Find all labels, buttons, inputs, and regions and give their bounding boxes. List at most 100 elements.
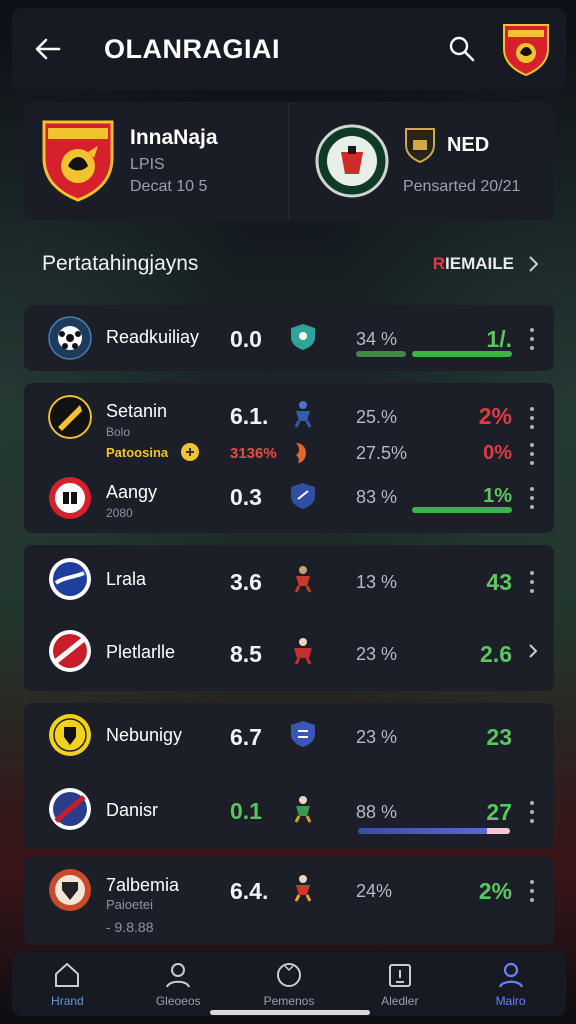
match-row[interactable]: Nebunigy 6.7 23 % 23 [24, 707, 554, 767]
team-percentage: 83 % [356, 487, 398, 507]
team-percentage: 13 % [356, 572, 398, 592]
club-logo-icon [49, 558, 91, 600]
match-group: Readkuiliay 0.0 34 % 1/. [24, 305, 554, 371]
value-bar [412, 507, 512, 513]
value-bar [412, 351, 512, 357]
team-sub: 2080 [106, 506, 133, 520]
value-bar [358, 828, 510, 834]
team-percentage: 23 % [356, 727, 398, 747]
team-value: 1% [483, 485, 512, 507]
team-sub-date: - 9.8.88 [106, 919, 154, 935]
nav-profile-label: Mairo [495, 994, 526, 1008]
chevron-right-icon [529, 644, 538, 658]
match-row[interactable]: Patoosina 3136% 27.5% 0% [24, 437, 554, 469]
search-button[interactable] [444, 31, 480, 67]
match-row[interactable]: Lrala 3.6 13 % 43 [24, 551, 554, 611]
section-title: Pertatahingjayns [42, 252, 199, 275]
app-screen: OLANRAGIAI InnaNaja LPIS Decat 10 5 NED … [0, 0, 576, 1024]
team-value: 1/. [486, 326, 512, 352]
ball-icon [276, 963, 301, 987]
nav-matches[interactable]: Pemenos [239, 960, 339, 1008]
user-icon [166, 963, 191, 988]
match-group: Setanin Bolo 6.1. 25.% 2% Patoosina 3136… [24, 383, 554, 533]
match-group: Lrala 3.6 13 % 43 Pletlarlle 8.5 23 % 2.… [24, 545, 554, 691]
chevron-right-icon [529, 256, 539, 272]
team-score: 6.1. [230, 403, 269, 429]
see-all-link[interactable]: RIEMAILE [433, 254, 540, 274]
club-crest-icon[interactable] [500, 21, 552, 77]
team-score: 6.7 [230, 724, 262, 750]
team-name: Readkuiliay [106, 327, 200, 347]
team-percentage: 25.% [356, 407, 398, 427]
team-percentage: 34 % [356, 329, 398, 349]
match-group: Nebunigy 6.7 23 % 23 Danisr 0.1 88 % 27 [24, 703, 554, 849]
team-score: 6.4. [230, 878, 269, 904]
shield-icon [291, 324, 315, 350]
home-team-date: Decat 10 5 [130, 178, 208, 195]
more-options-button[interactable] [528, 880, 536, 902]
arrow-left-icon [35, 38, 61, 60]
featured-match-card[interactable]: InnaNaja LPIS Decat 10 5 NED Pensarted 2… [24, 102, 554, 220]
more-options-button[interactable] [528, 487, 536, 509]
see-all-link-accent: R [432, 254, 446, 273]
team-value: 2.6 [480, 641, 512, 667]
club-badge-icon [181, 443, 199, 461]
nav-players-label: Gleoeos [155, 994, 201, 1008]
team-percentage: 88 % [356, 802, 398, 822]
calendar-icon [388, 964, 411, 987]
club-logo-icon [49, 788, 91, 830]
nav-home[interactable]: Hrand [17, 960, 117, 1008]
shield-badge-icon [404, 128, 435, 164]
more-options-button[interactable] [528, 407, 536, 429]
bottom-navigation: Hrand Gleoeos Pemenos Aledler Mairo [12, 952, 566, 1016]
player-icon [294, 638, 312, 665]
team-score: 3.6 [230, 569, 262, 595]
club-logo-icon [49, 630, 91, 672]
shield-icon [291, 483, 315, 509]
club-logo-icon [49, 869, 91, 911]
soccer-ball-icon [48, 316, 92, 360]
more-options-button[interactable] [528, 801, 536, 823]
match-row[interactable]: Pletlarlle 8.5 23 % 2.6 [24, 625, 554, 685]
team-name: Danisr [106, 800, 159, 820]
profile-icon [498, 962, 523, 988]
more-options-button[interactable] [528, 571, 536, 593]
team-percentage: 23 % [356, 644, 398, 664]
match-status: Pensarted 20/21 [402, 178, 521, 195]
back-button[interactable] [30, 31, 66, 67]
chevron-right-button[interactable] [528, 642, 538, 665]
home-team-name: InnaNaja [130, 126, 218, 149]
team-percentage: 27.5% [356, 443, 408, 463]
away-team-name: NED [446, 133, 490, 156]
home-indicator[interactable] [210, 1010, 370, 1015]
home-team-crest-icon [42, 120, 114, 202]
club-logo-icon [49, 714, 91, 756]
search-icon [449, 36, 475, 62]
team-score: 8.5 [230, 641, 262, 667]
home-team: InnaNaja LPIS Decat 10 5 [24, 102, 289, 220]
match-row[interactable]: Danisr 0.1 88 % 27 [24, 781, 554, 841]
team-value: 27 [486, 799, 512, 825]
player-icon [294, 566, 312, 593]
team-name: Pletlarlle [106, 642, 176, 662]
match-row[interactable]: Readkuiliay 0.0 34 % 1/. [24, 308, 554, 368]
team-value: 2% [478, 403, 512, 429]
nav-profile[interactable]: Mairo [461, 960, 561, 1008]
club-logo-icon [48, 395, 92, 439]
nav-players[interactable]: Gleoeos [128, 960, 228, 1008]
team-percentage: 24% [356, 881, 393, 901]
team-value: 2% [478, 878, 512, 904]
team-score: 3136% [230, 445, 277, 462]
more-options-button[interactable] [528, 443, 536, 465]
away-team: NED Pensarted 20/21 [289, 102, 554, 220]
player-icon [294, 875, 312, 902]
team-score: 0.1 [230, 798, 262, 824]
home-team-league: LPIS [130, 156, 165, 173]
team-sub: Paioetei [106, 897, 153, 912]
match-row[interactable]: 7albemia Paioetei - 9.8.88 6.4. 24% 2% [24, 863, 554, 943]
team-name: Setanin [106, 401, 168, 421]
match-row[interactable]: Aangy 2080 0.3 83 % 1% [24, 473, 554, 533]
mascot-icon [296, 443, 306, 463]
more-options-button[interactable] [528, 328, 536, 350]
nav-calendar[interactable]: Aledler [350, 960, 450, 1008]
